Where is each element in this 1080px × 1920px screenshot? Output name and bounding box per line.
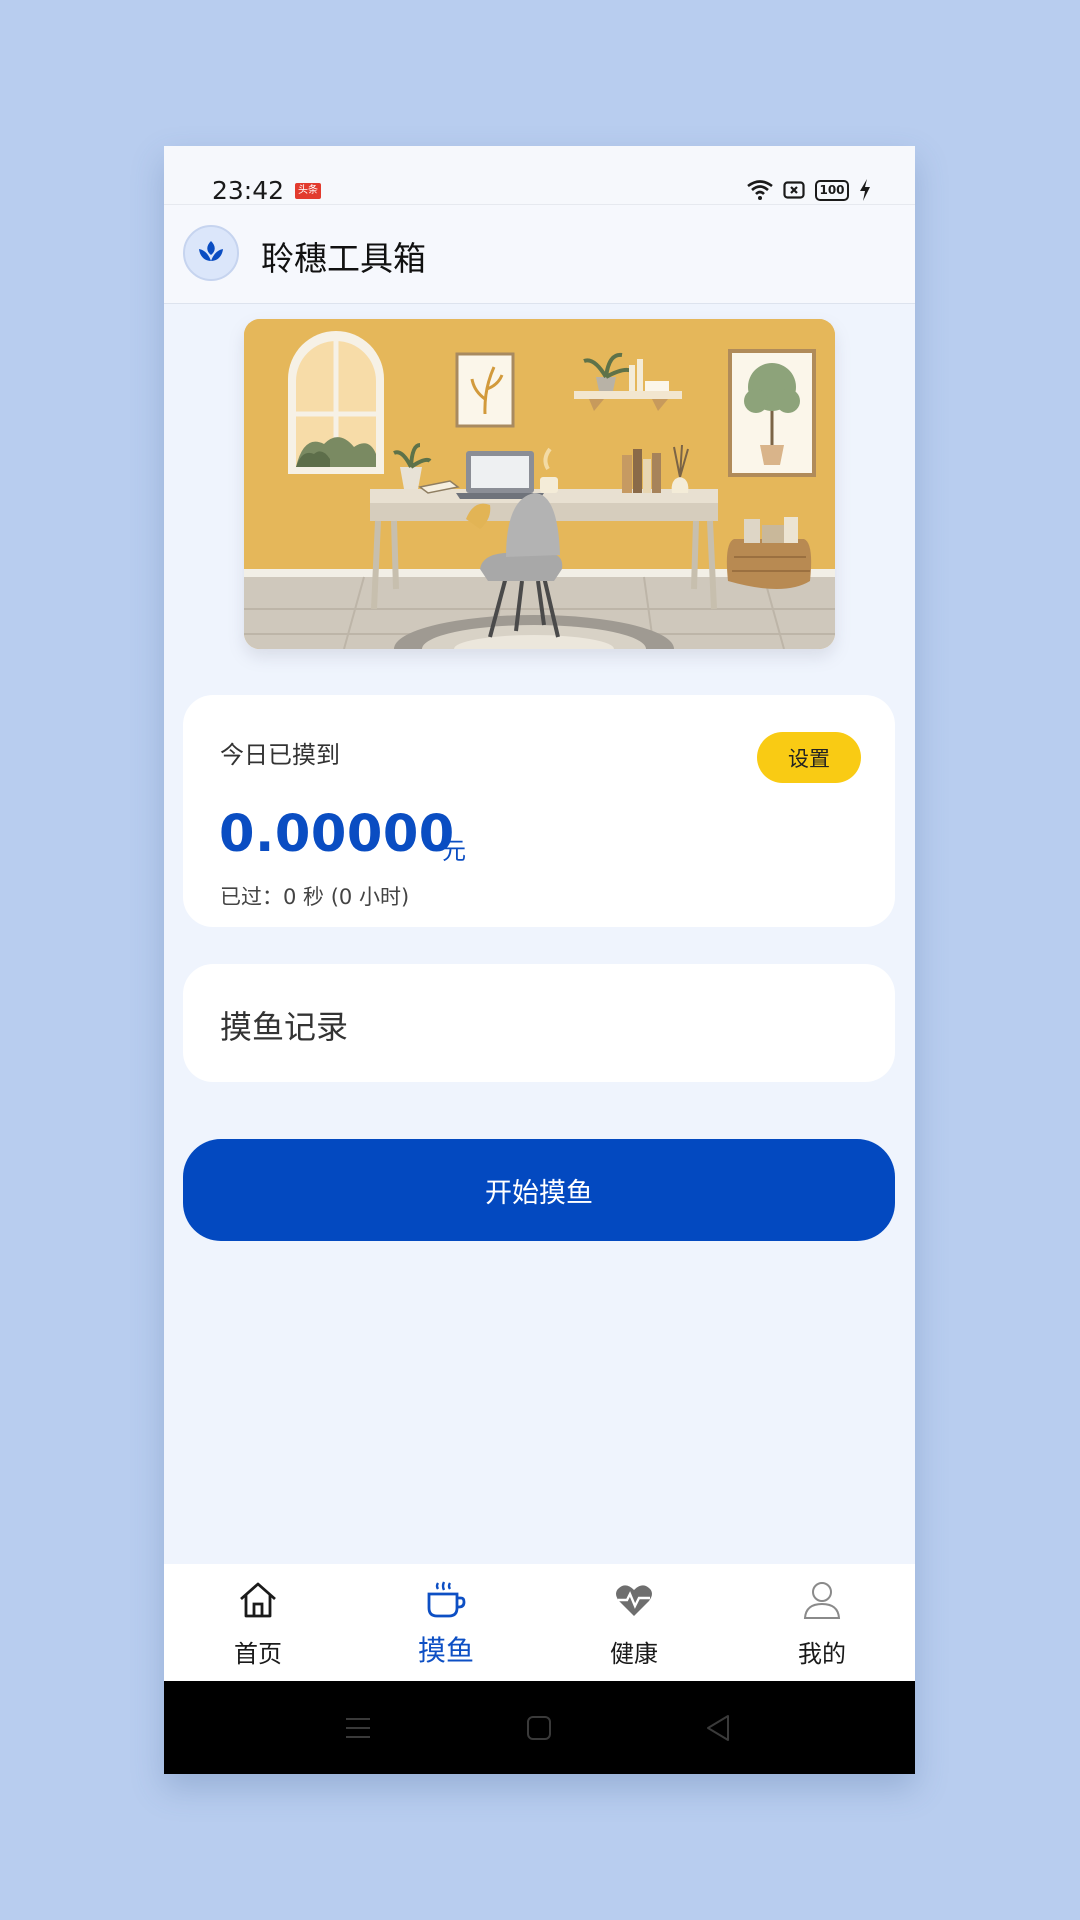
bottom-tab-bar: 首页 摸鱼 健康 我的: [164, 1564, 915, 1681]
app-title: 聆穗工具箱: [261, 239, 426, 278]
earnings-label: 今日已摸到: [220, 741, 340, 769]
user-icon: [803, 1582, 841, 1619]
system-navigation-bar: [164, 1681, 915, 1774]
status-bar: 23:42 头条 100: [164, 146, 915, 205]
battery-indicator: 100: [815, 179, 849, 201]
slacking-records-card[interactable]: 摸鱼记录: [183, 964, 895, 1082]
home-icon: [240, 1582, 276, 1618]
home-square-icon[interactable]: [526, 1715, 552, 1741]
tab-mine-label: 我的: [798, 1640, 846, 1668]
back-triangle-icon[interactable]: [704, 1713, 732, 1743]
menu-icon[interactable]: [344, 1715, 372, 1741]
tab-health-label: 健康: [610, 1640, 658, 1668]
status-time: 23:42: [212, 176, 285, 205]
settings-button[interactable]: 设置: [757, 732, 861, 783]
records-title: 摸鱼记录: [220, 1008, 349, 1046]
status-icons: 100: [747, 179, 871, 201]
tab-home[interactable]: 首页: [164, 1564, 352, 1681]
phone-screen: 23:42 头条 100 聆穗工具箱 今日已摸到 设置 0.00000 元 已过…: [164, 146, 915, 1774]
room-illustration: [244, 319, 835, 649]
tab-health[interactable]: 健康: [540, 1564, 728, 1681]
sprout-logo-icon: [199, 241, 223, 261]
cup-icon: [427, 1581, 466, 1618]
tab-home-label: 首页: [234, 1640, 282, 1668]
earnings-unit: 元: [442, 837, 466, 865]
earnings-card: 今日已摸到 设置 0.00000 元 已过：0 秒 (0 小时): [183, 695, 895, 927]
news-notification-badge: 头条: [295, 183, 321, 199]
app-logo[interactable]: [183, 225, 239, 281]
elapsed-time: 已过：0 秒 (0 小时): [220, 885, 410, 909]
app-header: 聆穗工具箱: [164, 205, 915, 304]
heart-icon: [616, 1585, 652, 1616]
sim-disabled-icon: [783, 181, 805, 199]
tab-slacking[interactable]: 摸鱼: [352, 1564, 540, 1681]
charging-icon: [860, 179, 870, 201]
tab-mine[interactable]: 我的: [728, 1564, 915, 1681]
tab-slacking-label: 摸鱼: [417, 1634, 474, 1667]
hero-illustration: [244, 319, 835, 649]
start-slacking-button[interactable]: 开始摸鱼: [183, 1139, 895, 1241]
earnings-amount: 0.00000: [219, 805, 455, 864]
wifi-icon: [747, 180, 773, 200]
